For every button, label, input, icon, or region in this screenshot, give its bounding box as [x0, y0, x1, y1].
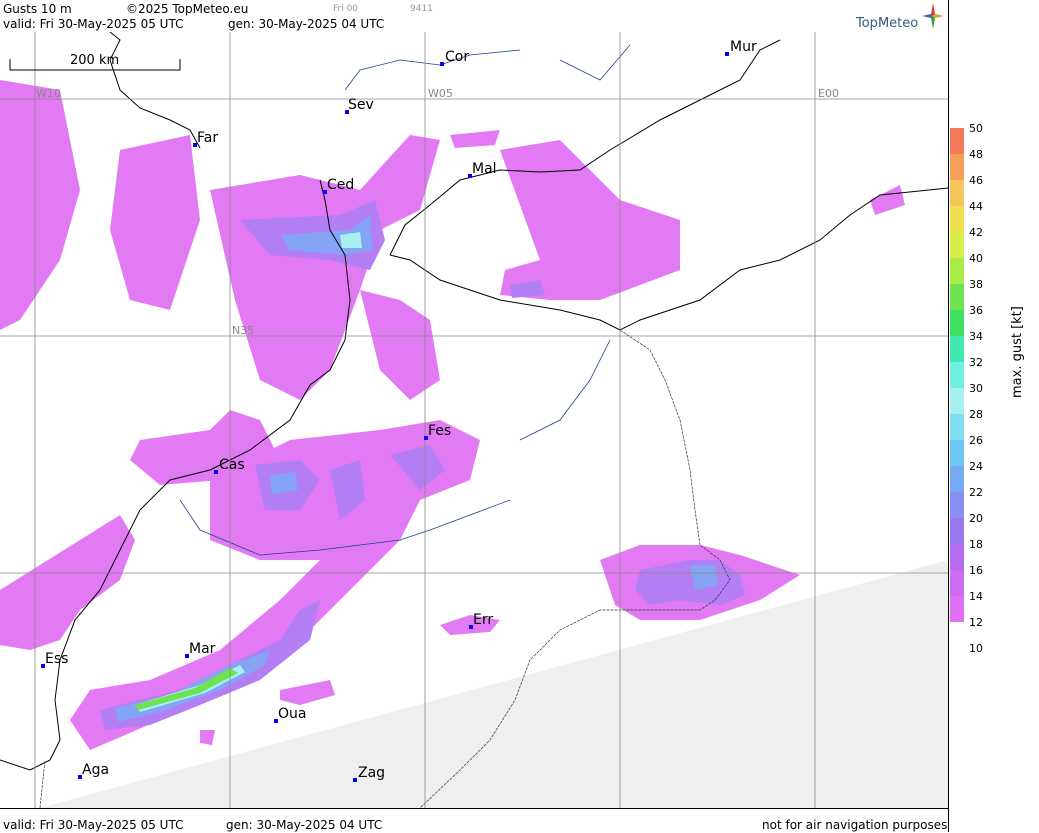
colorbar-tick-label: 14 [969, 590, 983, 603]
footer-bar: valid: Fri 30-May-2025 05 UTC gen: 30-Ma… [0, 808, 948, 833]
svg-text:Mar: Mar [189, 641, 216, 657]
generated-time: gen: 30-May-2025 04 UTC [228, 17, 385, 31]
city-mur: Mur [725, 39, 757, 56]
colorbar-swatch [950, 310, 964, 336]
svg-text:Aga: Aga [82, 762, 109, 778]
colorbar-tick-label: 12 [969, 616, 983, 629]
colorbar-swatch [950, 206, 964, 232]
svg-text:Oua: Oua [278, 706, 306, 722]
colorbar-swatch [950, 492, 964, 518]
grid-label-w10: W10 [36, 87, 61, 100]
colorbar-tick-label: 40 [969, 252, 983, 265]
svg-text:Zag: Zag [358, 765, 385, 781]
colorbar-swatch [950, 232, 964, 258]
colorbar-tick-label: 48 [969, 148, 983, 161]
svg-text:Mal: Mal [472, 161, 497, 177]
colorbar-tick-label: 26 [969, 434, 983, 447]
city-sev: Sev [345, 97, 374, 114]
colorbar-tick-label: 50 [969, 122, 983, 135]
colorbar-tick-label: 36 [969, 304, 983, 317]
grid-label-n35: N35 [232, 324, 254, 337]
colorbar-swatch [950, 128, 964, 154]
disclaimer: not for air navigation purposes [762, 818, 948, 832]
svg-text:Ced: Ced [327, 177, 354, 193]
city-cor: Cor [440, 49, 469, 66]
city-mar: Mar [185, 641, 216, 658]
brand-name: TopMeteo [856, 16, 919, 31]
colorbar-tick-label: 32 [969, 356, 983, 369]
colorbar-tick-label: 34 [969, 330, 983, 343]
colorbar-swatch [950, 362, 964, 388]
colorbar-swatch [950, 336, 964, 362]
city-ess: Ess [41, 651, 68, 668]
valid-time: valid: Fri 30-May-2025 05 UTC [3, 17, 184, 31]
city-cas: Cas [214, 457, 245, 474]
scale-bar-label: 200 km [70, 53, 119, 68]
svg-text:Cas: Cas [219, 457, 245, 473]
city-far: Far [193, 130, 218, 147]
grid-label-e00: E00 [818, 87, 839, 100]
svg-text:Mur: Mur [730, 39, 757, 55]
map-title: Gusts 10 m [3, 2, 72, 16]
colorbar-tick-label: 28 [969, 408, 983, 421]
city-zag: Zag [353, 765, 385, 782]
svg-text:Ess: Ess [45, 651, 68, 667]
colorbar-swatch [950, 596, 964, 622]
colorbar-swatch [950, 440, 964, 466]
compass-logo-icon [922, 3, 944, 29]
step-label: Fri 00 [333, 4, 359, 14]
colorbar-tick-label: 20 [969, 512, 983, 525]
grid-label-w05: W05 [428, 87, 453, 100]
colorbar-title: max. gust [kt] [1010, 306, 1025, 398]
gust-map[interactable]: W10 W05 E00 N35 200 km Cor Mur Sev Far C… [0, 32, 948, 808]
svg-text:Cor: Cor [445, 49, 469, 65]
colorbar-tick-label: 42 [969, 226, 983, 239]
colorbar-swatch [950, 466, 964, 492]
svg-text:Far: Far [197, 130, 218, 146]
colorbar-tick-label: 10 [969, 642, 983, 655]
colorbar-tick-label: 18 [969, 538, 983, 551]
colorbar-tick-label: 22 [969, 486, 983, 499]
city-aga: Aga [78, 762, 109, 779]
colorbar-swatch [950, 544, 964, 570]
city-fes: Fes [424, 423, 451, 440]
colorbar-swatch [950, 414, 964, 440]
colorbar-tick-label: 24 [969, 460, 983, 473]
colorbar-tick-label: 44 [969, 200, 983, 213]
city-ced: Ced [323, 177, 354, 194]
city-err: Err [469, 612, 493, 629]
footer-valid-time: valid: Fri 30-May-2025 05 UTC [3, 818, 184, 832]
run-code: 9411 [410, 4, 433, 14]
colorbar-swatch [950, 388, 964, 414]
header-bar: Gusts 10 m ©2025 TopMeteo.eu Fri 00 9411… [0, 0, 948, 33]
colorbar-swatch [950, 284, 964, 310]
copyright: ©2025 TopMeteo.eu [126, 2, 249, 16]
city-oua: Oua [274, 706, 306, 723]
colorbar [950, 128, 964, 622]
colorbar-swatch [950, 258, 964, 284]
colorbar-tick-label: 38 [969, 278, 983, 291]
colorbar-tick-label: 16 [969, 564, 983, 577]
footer-generated-time: gen: 30-May-2025 04 UTC [226, 818, 383, 832]
city-mal: Mal [468, 161, 497, 178]
colorbar-tick-label: 46 [969, 174, 983, 187]
colorbar-swatch [950, 154, 964, 180]
svg-text:Fes: Fes [428, 423, 451, 439]
svg-text:Err: Err [473, 612, 493, 628]
svg-text:Sev: Sev [348, 97, 374, 113]
colorbar-swatch [950, 180, 964, 206]
map-canvas: W10 W05 E00 N35 200 km Cor Mur Sev Far C… [0, 32, 948, 808]
colorbar-swatch [950, 518, 964, 544]
colorbar-swatch [950, 570, 964, 596]
colorbar-tick-label: 30 [969, 382, 983, 395]
